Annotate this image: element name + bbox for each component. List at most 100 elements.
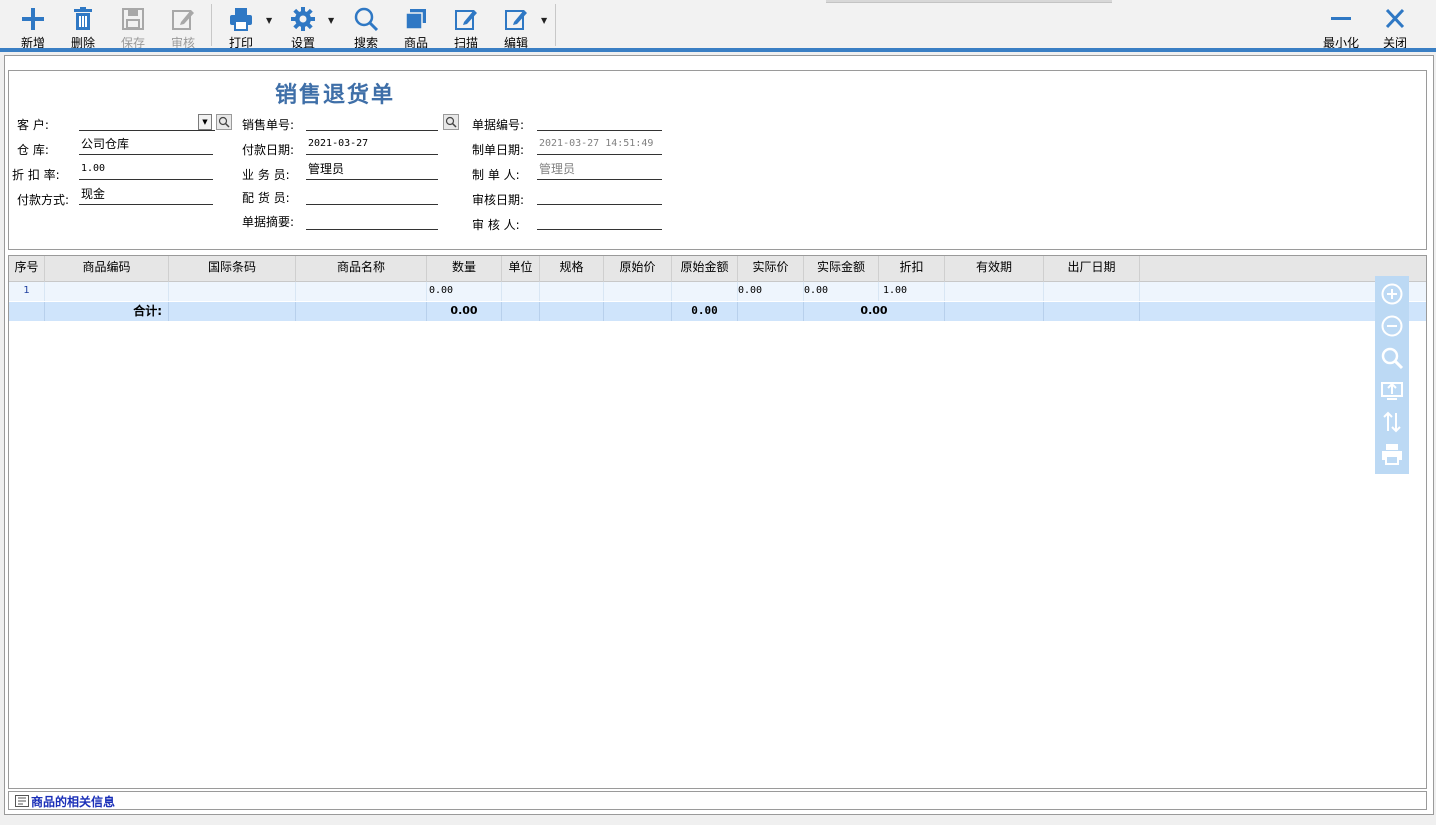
search-icon[interactable] [1380,346,1404,370]
row-barcode[interactable] [169,282,296,301]
total-empty [502,302,540,321]
toolbar-separator [211,4,212,46]
save-button[interactable]: 保存 [108,3,158,50]
audit-button[interactable]: 审核 [158,3,208,50]
payment-method-label: 付款方式: [17,193,70,207]
sort-icon[interactable] [1380,410,1404,434]
auditor-field [537,210,662,230]
print-icon[interactable] [1380,442,1404,466]
edit-check-icon [172,10,194,30]
edit-button[interactable]: 编辑 [491,3,541,50]
customer-label: 客 户: [17,118,49,132]
magnifier-icon [445,116,457,128]
settings-button[interactable]: 设置 [278,3,328,50]
total-label: 合计: [45,302,169,321]
close-button[interactable]: 关闭 [1370,3,1420,50]
popup-shadow [826,0,1112,3]
toolbar-accent-line [0,48,1436,52]
row-orig-amount[interactable] [672,282,738,301]
main-panel: 销售退货单 客 户: ▼ 仓 库: 公司仓库 折 扣 率: 1.00 付款方式:… [4,55,1434,815]
search-icon [354,7,379,32]
distributor-field[interactable] [306,185,438,205]
delete-button[interactable]: 删除 [58,3,108,50]
toolbar: 新增 删除 保存 审核 打印 ▼ 设置 ▼ 搜索 商品 扫描 编辑 ▼ 最小化 … [0,0,1436,50]
column-header[interactable]: 数量 [427,256,502,282]
edit-dropdown-icon[interactable]: ▼ [541,16,551,26]
doc-no-label: 单据编号: [472,118,525,132]
export-icon[interactable] [1380,378,1404,402]
column-header[interactable]: 原始金额 [672,256,738,282]
column-header[interactable]: 出厂日期 [1044,256,1140,282]
zoom-out-icon[interactable] [1380,314,1404,338]
zoom-in-icon[interactable] [1380,282,1404,306]
sales-no-lookup-button[interactable] [443,114,459,130]
salesman-field[interactable]: 管理员 [306,160,438,180]
column-header[interactable]: 有效期 [945,256,1044,282]
column-header[interactable]: 国际条码 [169,256,296,282]
floppy-disk-icon [122,8,144,30]
column-header[interactable]: 商品编码 [45,256,169,282]
auditor-label: 审 核 人: [472,218,520,232]
edit-icon [505,10,527,30]
doc-no-field [537,111,662,131]
total-empty [540,302,604,321]
goods-button[interactable]: 商品 [391,3,441,50]
printer-icon [230,8,252,31]
row-unit[interactable] [502,282,540,301]
row-expiry[interactable] [945,282,1044,301]
pay-date-field[interactable]: 2021-03-27 [306,135,438,155]
row-discount[interactable]: 1.00 [879,282,945,301]
total-qty: 0.00 [427,302,502,321]
add-button[interactable]: 新增 [8,3,58,50]
warehouse-field[interactable]: 公司仓库 [79,135,213,155]
goods-info-label[interactable]: 商品的相关信息 [31,793,115,810]
customer-dropdown-icon[interactable]: ▼ [198,114,212,130]
summary-field[interactable] [306,210,438,230]
discount-field[interactable]: 1.00 [79,160,213,180]
column-header[interactable]: 实际金额 [804,256,879,282]
column-header[interactable]: 规格 [540,256,604,282]
print-button[interactable]: 打印 [216,3,266,50]
gear-icon [291,7,315,31]
plus-icon [22,8,44,30]
header-form: 销售退货单 客 户: ▼ 仓 库: 公司仓库 折 扣 率: 1.00 付款方式:… [8,70,1427,250]
row-code[interactable] [45,282,169,301]
column-header[interactable]: 实际价 [738,256,804,282]
row-mfg-date[interactable] [1044,282,1140,301]
column-header[interactable]: 单位 [502,256,540,282]
distributor-label: 配 货 员: [242,191,290,205]
table-row[interactable]: 1 0.00 0.00 0.00 1.00 [9,282,1426,301]
search-button[interactable]: 搜索 [341,3,391,50]
row-spec[interactable] [540,282,604,301]
settings-dropdown-icon[interactable]: ▼ [328,16,338,26]
column-header[interactable]: 折扣 [879,256,945,282]
total-empty [604,302,672,321]
audit-date-label: 审核日期: [472,193,525,207]
total-empty [296,302,427,321]
close-icon [1385,8,1405,29]
customer-field[interactable] [79,111,215,131]
row-seq: 1 [9,282,45,301]
payment-method-field[interactable]: 现金 [79,185,213,205]
customer-lookup-button[interactable] [216,114,232,130]
info-bar[interactable]: 商品的相关信息 [8,791,1427,810]
scan-button[interactable]: 扫描 [441,3,491,50]
total-row: 合计: 0.00 0.00 0.00 [9,302,1426,321]
row-name[interactable] [296,282,427,301]
sales-no-field[interactable] [306,111,438,131]
total-orig-amount: 0.00 [672,302,738,321]
column-header[interactable]: 商品名称 [296,256,427,282]
row-qty[interactable]: 0.00 [427,282,502,301]
print-dropdown-icon[interactable]: ▼ [266,16,276,26]
column-header[interactable]: 原始价 [604,256,672,282]
total-empty [945,302,1044,321]
row-actual-price[interactable]: 0.00 [738,282,804,301]
minimize-button[interactable]: 最小化 [1316,3,1366,50]
column-header[interactable]: 序号 [9,256,45,282]
row-orig-price[interactable] [604,282,672,301]
row-actual-amount[interactable]: 0.00 [804,282,879,301]
creator-label: 制 单 人: [472,168,520,182]
minus-icon [1331,17,1351,20]
total-empty [738,302,804,321]
total-empty [169,302,296,321]
